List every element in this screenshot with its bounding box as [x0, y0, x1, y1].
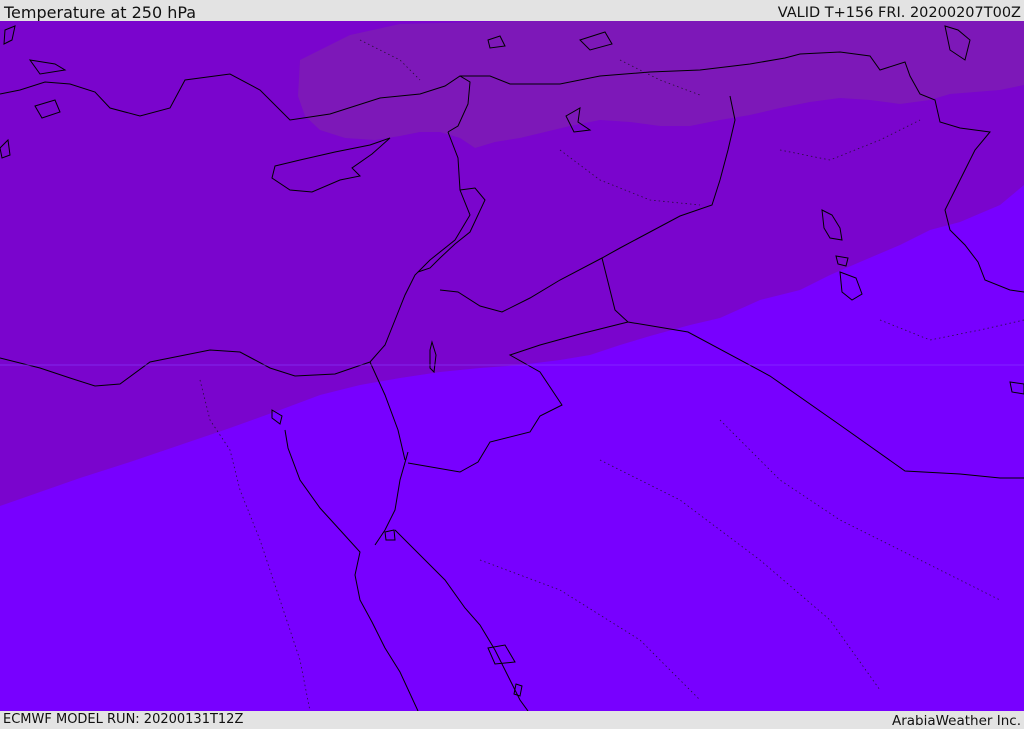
credit-label: ArabiaWeather Inc.	[891, 713, 1021, 729]
footer-bar: ECMWF MODEL RUN: 20200131T12Z ArabiaWeat…	[0, 711, 1024, 729]
weather-map[interactable]	[0, 21, 1024, 711]
header-bar: Temperature at 250 hPa VALID T+156 FRI. …	[0, 0, 1024, 21]
map-title: Temperature at 250 hPa	[4, 3, 197, 22]
valid-time-label: VALID T+156 FRI. 20200207T00Z	[777, 5, 1021, 21]
model-run-label: ECMWF MODEL RUN: 20200131T12Z	[3, 712, 244, 727]
